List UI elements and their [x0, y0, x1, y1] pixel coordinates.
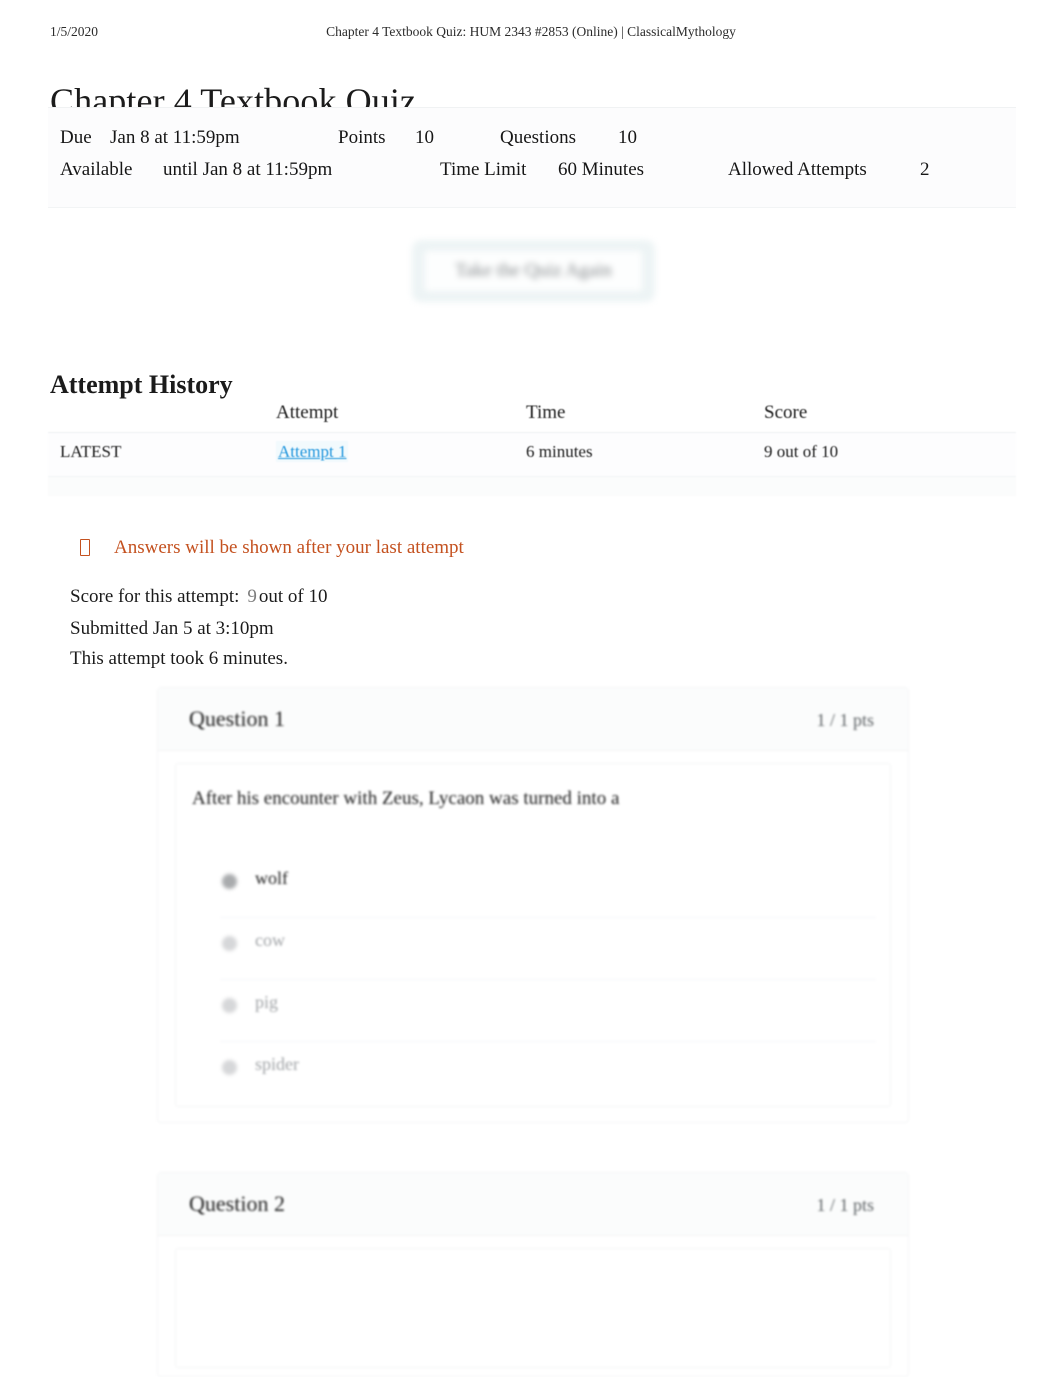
print-page-title: Chapter 4 Textbook Quiz: HUM 2343 #2853 …: [326, 24, 736, 39]
question-card-2: Question 2 1 / 1 pts: [157, 1172, 909, 1377]
info-icon: [80, 539, 90, 556]
due-label: Due: [60, 127, 92, 148]
column-header-score: Score: [764, 402, 808, 423]
answer-label: wolf: [255, 868, 288, 888]
take-quiz-again-wrapper: Take the Quiz Again: [412, 240, 655, 302]
time-limit-value: 60 Minutes: [558, 159, 645, 180]
attempt-1-link[interactable]: Attempt 1: [276, 441, 349, 462]
answers-notice-text: Answers will be shown after your last at…: [114, 537, 464, 558]
quiz-details-row-2: Available until Jan 8 at 11:59pm Time Li…: [48, 159, 1016, 192]
question-1-title: Question 1: [189, 706, 285, 731]
question-2-title: Question 2: [189, 1191, 285, 1216]
answer-label: cow: [255, 930, 285, 950]
attempt-score-cell: 9 out of 10: [764, 442, 839, 461]
attempt-link-cell: Attempt 1: [276, 441, 349, 462]
question-2-header: Question 2 1 / 1 pts: [158, 1173, 908, 1236]
answer-option-pig[interactable]: pig: [220, 979, 876, 1041]
attempt-history-footer-band: [48, 477, 1016, 496]
allowed-attempts-label: Allowed Attempts: [728, 159, 867, 180]
answer-option-spider[interactable]: spider: [220, 1041, 876, 1103]
question-1-header: Question 1 1 / 1 pts: [158, 688, 908, 751]
question-card-1: Question 1 1 / 1 pts After his encounter…: [157, 687, 909, 1123]
radio-icon[interactable]: [222, 1060, 237, 1075]
attempt-duration-line: This attempt took 6 minutes.: [70, 648, 288, 669]
quiz-details-panel: Due Jan 8 at 11:59pm Points 10 Questions…: [48, 107, 1016, 208]
answer-label: pig: [255, 992, 279, 1012]
attempt-score-suffix: out of 10: [258, 586, 328, 607]
attempt-score-line: Score for this attempt: 9 out of 10: [70, 586, 328, 608]
quiz-details-top-divider: [48, 107, 1016, 108]
points-value: 10: [415, 127, 434, 148]
answer-option-wolf[interactable]: wolf: [220, 856, 876, 917]
attempt-score-number: 9: [247, 586, 257, 607]
attempt-history-table: Attempt Time Score LATEST Attempt 1 6 mi…: [48, 396, 1016, 496]
question-1-points: 1 / 1 pts: [816, 710, 874, 730]
questions-value: 10: [618, 127, 637, 148]
attempt-score-label: Score for this attempt:: [70, 586, 240, 607]
allowed-attempts-value: 2: [920, 159, 930, 180]
question-2-points: 1 / 1 pts: [816, 1195, 874, 1215]
column-header-attempt: Attempt: [276, 402, 339, 423]
question-1-answers: wolf cow pig spider: [220, 856, 876, 1103]
quiz-details-bottom-divider: [48, 207, 1016, 208]
question-2-body: [175, 1248, 891, 1368]
available-label: Available: [60, 159, 133, 180]
question-1-text: After his encounter with Zeus, Lycaon wa…: [192, 788, 620, 809]
due-value: Jan 8 at 11:59pm: [110, 127, 240, 148]
attempt-time-cell: 6 minutes: [526, 442, 593, 461]
answer-label: spider: [255, 1054, 299, 1074]
answer-option-cow[interactable]: cow: [220, 917, 876, 979]
attempt-submitted-line: Submitted Jan 5 at 3:10pm: [70, 618, 274, 639]
take-quiz-again-button[interactable]: Take the Quiz Again: [424, 250, 643, 292]
time-limit-label: Time Limit: [440, 159, 527, 180]
radio-icon[interactable]: [222, 936, 237, 951]
column-header-time: Time: [526, 402, 566, 423]
print-header: 1/5/2020 Chapter 4 Textbook Quiz: HUM 23…: [0, 24, 1062, 42]
attempt-kept-badge: LATEST: [60, 442, 122, 461]
quiz-details-row-1: Due Jan 8 at 11:59pm Points 10 Questions…: [48, 127, 1016, 160]
attempt-history-header-row: Attempt Time Score: [48, 396, 1016, 432]
points-label: Points: [338, 127, 386, 148]
radio-icon[interactable]: [222, 998, 237, 1013]
question-1-body: After his encounter with Zeus, Lycaon wa…: [175, 763, 891, 1107]
questions-label: Questions: [500, 127, 576, 148]
table-row: LATEST Attempt 1 6 minutes 9 out of 10: [48, 433, 1016, 476]
available-value: until Jan 8 at 11:59pm: [163, 159, 333, 180]
radio-icon[interactable]: [222, 874, 237, 889]
